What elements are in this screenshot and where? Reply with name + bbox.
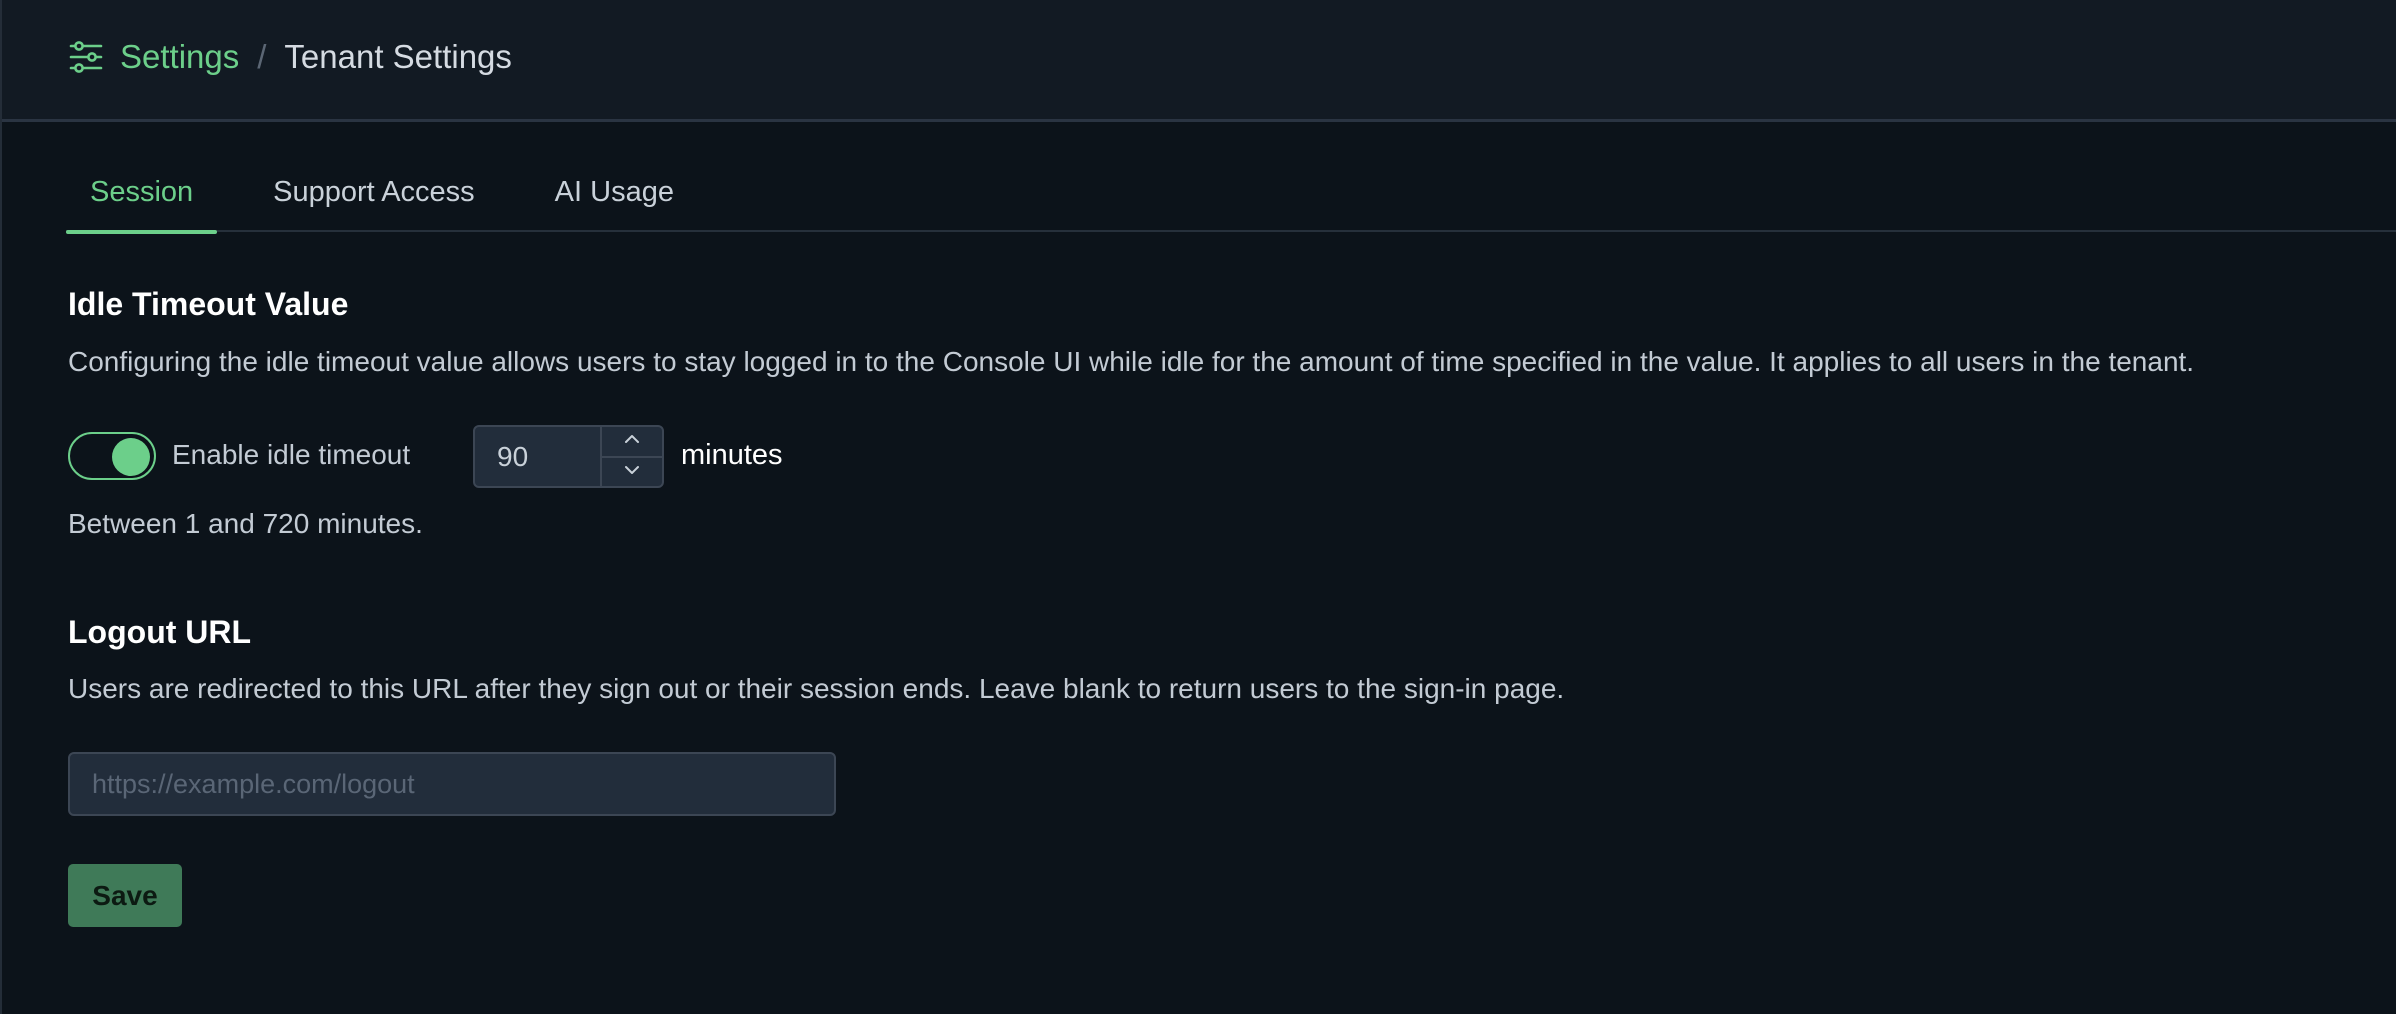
save-button[interactable]: Save: [68, 864, 182, 927]
idle-timeout-toggle-label: Enable idle timeout: [172, 439, 411, 470]
tab-session[interactable]: Session: [66, 160, 218, 234]
tab-support-access[interactable]: Support Access: [249, 160, 499, 232]
toggle-knob: [112, 438, 150, 476]
idle-timeout-description: Configuring the idle timeout value allow…: [68, 346, 2195, 377]
idle-timeout-input[interactable]: [475, 427, 600, 486]
settings-tabs: Session Support Access AI Usage: [66, 160, 2396, 234]
logout-url-title: Logout URL: [68, 614, 252, 650]
breadcrumb-separator: /: [257, 37, 267, 75]
page-header: Settings / Tenant Settings: [2, 0, 2396, 122]
chevron-up-icon: [623, 432, 641, 450]
logout-url-description: Users are redirected to this URL after t…: [68, 673, 1565, 704]
sliders-icon: [68, 39, 104, 75]
decrement-button[interactable]: [602, 458, 662, 487]
stepper-controls: [600, 427, 662, 486]
idle-timeout-toggle[interactable]: [68, 432, 156, 480]
idle-timeout-unit: minutes: [681, 439, 783, 471]
logout-url-input[interactable]: [68, 752, 836, 816]
chevron-down-icon: [623, 463, 641, 481]
idle-timeout-hint: Between 1 and 720 minutes.: [68, 508, 423, 539]
tab-ai-usage[interactable]: AI Usage: [531, 160, 698, 232]
increment-button[interactable]: [602, 427, 662, 458]
breadcrumb-current: Tenant Settings: [284, 38, 512, 75]
tenant-settings-page: Settings / Tenant Settings Session Suppo…: [0, 0, 2396, 1014]
breadcrumb-settings-link[interactable]: Settings: [120, 40, 239, 73]
idle-timeout-stepper: [473, 425, 664, 488]
idle-timeout-title: Idle Timeout Value: [68, 286, 349, 322]
